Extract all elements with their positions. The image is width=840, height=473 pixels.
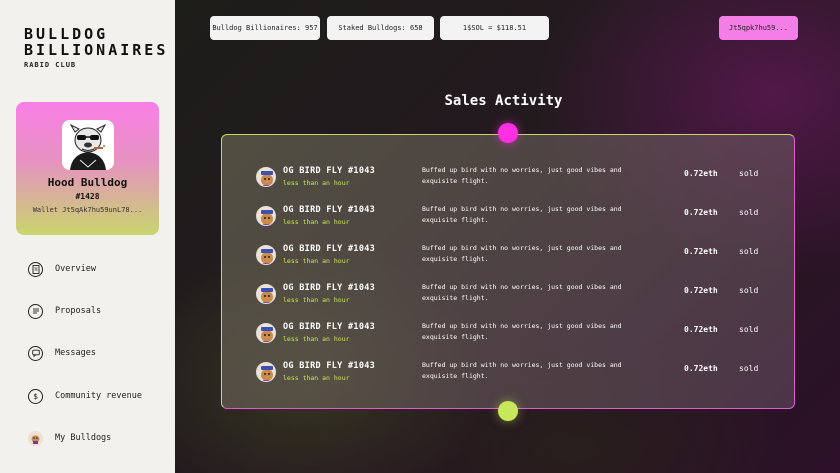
sidebar-item-label: Messages [55,348,96,358]
stat-billionaires: Bulldog Billionaires: 957 [210,16,320,40]
sidebar-item-label: Overview [55,264,96,274]
sale-price: 0.72eth [684,247,718,256]
bird-avatar [256,167,276,187]
sidebar-item-community-revenue[interactable]: $ Community revenue [28,385,168,407]
sale-description: Buffed up bird with no worries, just goo… [422,361,622,380]
bird-avatar [256,284,276,304]
sale-item-name[interactable]: OG BIRD FLY #1043 [283,244,375,254]
sale-status: sold [739,247,759,256]
message-icon [28,345,43,361]
sale-price: 0.72eth [684,325,718,334]
dollar-icon: $ [28,388,43,404]
sidebar: BULLDOG BILLIONAIRES RABID CLUB Hood Bul [0,0,175,473]
sale-status: sold [739,286,759,295]
sale-item-name[interactable]: OG BIRD FLY #1043 [283,166,375,176]
sale-description: Buffed up bird with no worries, just goo… [422,283,622,302]
list-icon [28,303,43,319]
brand-line-1: BULLDOG [24,25,109,43]
sale-row[interactable]: OG BIRD FLY #1043 less than an hour Buffed… [222,321,796,351]
sale-time: less than an hour [283,218,350,226]
decor-dot-pink [498,123,518,143]
document-icon [28,261,43,277]
sale-time: less than an hour [283,335,350,343]
profile-name: Hood Bulldog [47,176,128,189]
profile-number: #1428 [75,192,100,201]
sale-price: 0.72eth [684,208,718,217]
sale-price: 0.72eth [684,286,718,295]
brand-line-3: RABID CLUB [24,61,77,69]
profile-card: Hood Bulldog #1428 Wallet Jt5qAk7hu59unL… [16,102,159,235]
bird-avatar [256,323,276,343]
sale-item-name[interactable]: OG BIRD FLY #1043 [283,322,375,332]
sale-item-name[interactable]: OG BIRD FLY #1043 [283,361,375,371]
profile-wallet[interactable]: Wallet Jt5qAk7hu59unL78... [16,206,159,214]
stat-sol-price: 1$SOL = $118.51 [440,16,549,40]
brand-line-2: BILLIONAIRES [24,41,169,59]
sales-panel: OG BIRD FLY #1043 less than an hour Buffed… [221,134,795,409]
bird-avatar [256,206,276,226]
sale-price: 0.72eth [684,364,718,373]
sale-time: less than an hour [283,179,350,187]
sale-time: less than an hour [283,257,350,265]
sale-row[interactable]: OG BIRD FLY #1043 less than an hour Buffed… [222,360,796,390]
sale-status: sold [739,208,759,217]
bulldog-icon [28,430,43,446]
page-title: Sales Activity [444,93,563,109]
sale-description: Buffed up bird with no worries, just goo… [422,205,622,224]
sidebar-item-label: Proposals [55,306,102,316]
sale-row[interactable]: OG BIRD FLY #1043 less than an hour Buffed… [222,282,796,312]
sale-description: Buffed up bird with no worries, just goo… [422,244,622,263]
sale-time: less than an hour [283,296,350,304]
main-content: Bulldog Billionaires: 957 Staked Bulldog… [175,0,840,473]
sale-item-name[interactable]: OG BIRD FLY #1043 [283,283,375,293]
sidebar-item-label: My Bulldogs [55,433,112,443]
sale-description: Buffed up bird with no worries, just goo… [422,166,622,185]
sidebar-item-messages[interactable]: Messages [28,342,168,364]
sidebar-item-proposals[interactable]: Proposals [28,300,168,322]
sidebar-item-label: Community revenue [55,391,142,401]
bird-avatar [256,245,276,265]
bird-avatar [256,362,276,382]
sidebar-item-my-bulldogs[interactable]: My Bulldogs [28,427,168,449]
stat-staked: Staked Bulldogs: 658 [327,16,434,40]
wallet-button[interactable]: Jt5qpk7hu59... [719,16,798,40]
sale-time: less than an hour [283,374,350,382]
sale-status: sold [739,169,759,178]
decor-dot-green [498,401,518,421]
bulldog-avatar [62,120,114,170]
sale-row[interactable]: OG BIRD FLY #1043 less than an hour Buffed… [222,165,796,195]
sale-price: 0.72eth [684,169,718,178]
sale-description: Buffed up bird with no worries, just goo… [422,322,622,341]
brand-logo[interactable]: BULLDOG BILLIONAIRES RABID CLUB [24,26,168,69]
sale-status: sold [739,364,759,373]
sale-item-name[interactable]: OG BIRD FLY #1043 [283,205,375,215]
sale-row[interactable]: OG BIRD FLY #1043 less than an hour Buffed… [222,204,796,234]
sale-status: sold [739,325,759,334]
sale-row[interactable]: OG BIRD FLY #1043 less than an hour Buffed… [222,243,796,273]
sidebar-item-overview[interactable]: Overview [28,258,168,280]
